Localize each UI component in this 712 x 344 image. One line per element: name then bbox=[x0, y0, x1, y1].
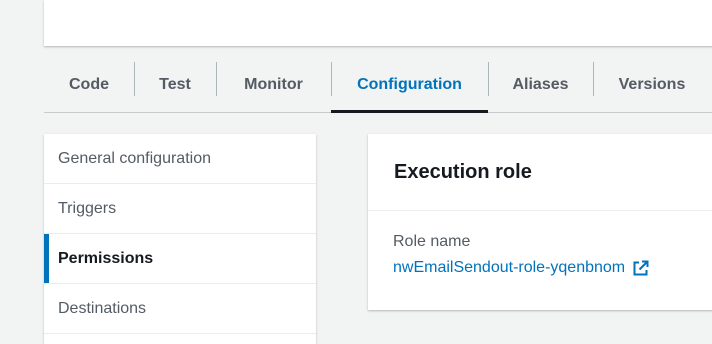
panel-title: Execution role bbox=[368, 134, 712, 211]
nav-item-destinations[interactable]: Destinations bbox=[44, 284, 316, 334]
nav-item-general-configuration[interactable]: General configuration bbox=[44, 134, 316, 184]
function-tabs: Code Test Monitor Configuration Aliases … bbox=[44, 58, 712, 113]
tab-aliases[interactable]: Aliases bbox=[488, 58, 593, 112]
tab-versions[interactable]: Versions bbox=[593, 58, 711, 112]
role-name-label: Role name bbox=[393, 233, 471, 250]
role-name-value: nwEmailSendout-role-yqenbnom bbox=[393, 259, 626, 276]
nav-item-permissions[interactable]: Permissions bbox=[44, 234, 316, 284]
role-name-link[interactable]: nwEmailSendout-role-yqenbnom bbox=[393, 259, 649, 277]
tab-code[interactable]: Code bbox=[44, 58, 134, 112]
tab-configuration[interactable]: Configuration bbox=[331, 58, 488, 113]
panel-body: Role name nwEmailSendout-role-yqenbnom bbox=[368, 211, 712, 277]
external-link-icon bbox=[632, 260, 649, 277]
configuration-side-nav: General configuration Triggers Permissio… bbox=[44, 134, 316, 344]
execution-role-panel: Execution role Role name nwEmailSendout-… bbox=[368, 134, 712, 310]
nav-item-triggers[interactable]: Triggers bbox=[44, 184, 316, 234]
execution-role-title: Execution role bbox=[394, 160, 532, 183]
tab-monitor[interactable]: Monitor bbox=[216, 58, 331, 112]
top-card bbox=[44, 0, 712, 46]
tab-test[interactable]: Test bbox=[134, 58, 216, 112]
